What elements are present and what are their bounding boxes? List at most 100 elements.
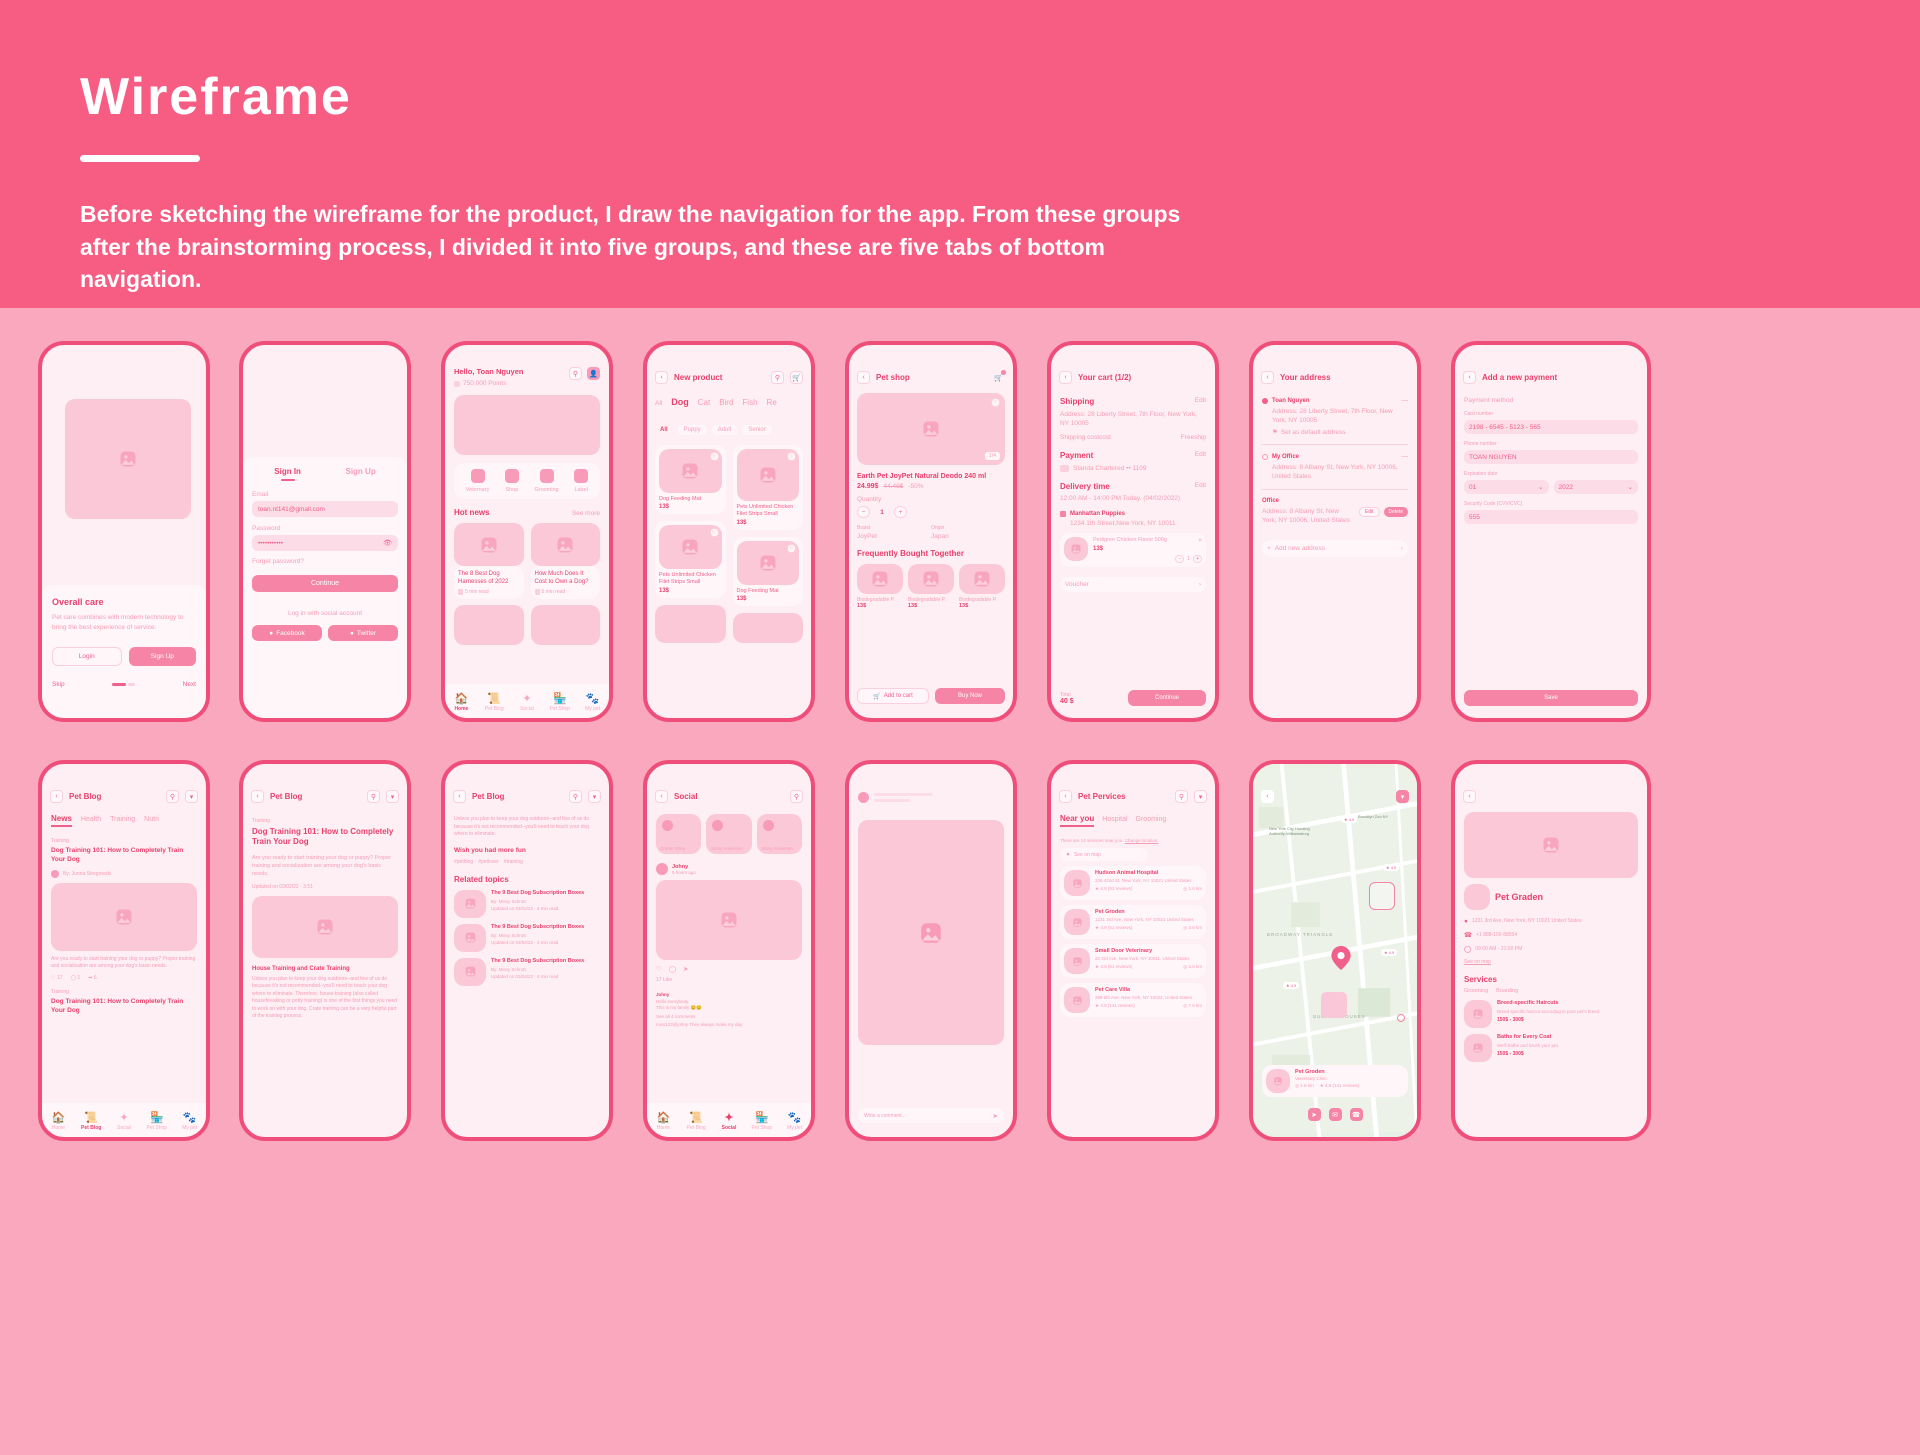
- delete-button[interactable]: Delete: [1383, 507, 1408, 518]
- filter-icon[interactable]: ▾: [386, 790, 399, 803]
- screen-social-post[interactable]: Write a comment... ➤: [845, 760, 1017, 1141]
- tab-signin[interactable]: Sign In: [274, 467, 301, 476]
- screen-place-detail[interactable]: ‹ Pet Graden ● 1231 3rd Ave, New York, N…: [1451, 760, 1651, 1141]
- related-item[interactable]: The 9 Best Dog Subscription Boxes By: Mi…: [454, 923, 600, 952]
- screen-social[interactable]: ‹ Social ⚲ Create Story Johny Anderson J…: [643, 760, 815, 1141]
- service-item[interactable]: Small Door Veterinary 22 2rd Ave, New Yo…: [1060, 944, 1206, 978]
- service-row[interactable]: Breed-specific Haircuts Breed specific h…: [1464, 1000, 1638, 1028]
- bottom-nav[interactable]: 🏠 Home 📜 Pet Blog ✦ Social 🏪 Pet Shop 🐾 My pe…: [42, 1103, 206, 1137]
- increment-button[interactable]: +: [894, 506, 907, 518]
- service-item[interactable]: Hudson Animal Hospital 236 42nd St, New …: [1060, 866, 1206, 900]
- cart-icon[interactable]: 🛒: [992, 370, 1006, 384]
- screen-cart[interactable]: ‹ Your cart (1/2) Shipping Edit Address:…: [1047, 341, 1219, 722]
- favorite-icon[interactable]: ♡: [709, 452, 719, 461]
- message-icon[interactable]: ✉: [1328, 1108, 1342, 1121]
- back-icon[interactable]: ‹: [655, 790, 668, 803]
- back-icon[interactable]: ‹: [453, 790, 466, 803]
- cvv-field[interactable]: 555: [1464, 510, 1638, 524]
- fbt-card[interactable]: Biodegradable P. 13$: [857, 564, 903, 609]
- eye-off-icon[interactable]: 👁: [383, 539, 392, 547]
- pet-tab-bird[interactable]: Bird: [719, 398, 733, 407]
- checkbox-icon[interactable]: [1060, 510, 1066, 517]
- card-number-field[interactable]: 2198 - 6545 - 5123 - 565: [1464, 420, 1638, 434]
- screen-pet-shop[interactable]: ‹ Pet shop 🛒 ♡ 1/4 Earth Pet JoyPet Natu…: [845, 341, 1017, 722]
- increment-button[interactable]: +: [1193, 554, 1202, 563]
- login-button[interactable]: Login: [52, 646, 122, 666]
- delivery-edit-link[interactable]: Edit: [1195, 482, 1206, 491]
- nav-pet-blog[interactable]: 📜 Pet Blog: [478, 693, 511, 712]
- filter-icon[interactable]: ▾: [1194, 790, 1207, 803]
- search-icon[interactable]: ⚲: [569, 790, 582, 803]
- fbt-card[interactable]: Biodegradable P. 13$: [908, 564, 954, 609]
- map-rating-pill[interactable]: ★ 4.9: [1381, 949, 1398, 956]
- screen-add-payment[interactable]: ‹ Add a new payment Payment method Card …: [1451, 341, 1651, 722]
- map-rating-pill[interactable]: ★ 4.9: [1383, 864, 1400, 871]
- buy-now-button[interactable]: Buy Now: [935, 688, 1005, 704]
- tab-news[interactable]: News: [51, 814, 72, 827]
- related-item[interactable]: The 9 Best Dog Subscription Boxes By: Mi…: [454, 957, 600, 986]
- change-location-link[interactable]: Change location.: [1125, 838, 1159, 843]
- edit-button[interactable]: Edit: [1358, 507, 1380, 518]
- screen-blog-detail[interactable]: ‹ Pet Blog ⚲ ▾ Training Dog Training 101…: [239, 760, 411, 1141]
- nav-social[interactable]: ✦ Social: [713, 1112, 746, 1131]
- related-item[interactable]: The 9 Best Dog Subscription Boxes By: Mi…: [454, 889, 600, 918]
- back-icon[interactable]: ‹: [1261, 371, 1274, 384]
- screen-blog-list[interactable]: ‹ Pet Blog ⚲ ▾ News Health Training Nutr…: [38, 760, 210, 1141]
- news-card[interactable]: How Much Does It Cost to Own a Dog? 5 mi…: [530, 523, 600, 600]
- pet-tab-reptile[interactable]: Re: [767, 398, 777, 407]
- voucher-row[interactable]: Voucher ›: [1060, 576, 1206, 592]
- map-marker[interactable]: [1321, 992, 1347, 1018]
- search-icon[interactable]: ⚲: [569, 367, 582, 380]
- favorite-icon[interactable]: ♡: [787, 544, 796, 554]
- product-card[interactable]: ♡ Dog Feeding Mat 13$: [655, 445, 726, 514]
- fbt-card[interactable]: Biodegradable P. 13$: [959, 564, 1005, 609]
- comment-icon[interactable]: ◯: [669, 965, 676, 973]
- pet-tab-fish[interactable]: Fish: [742, 398, 757, 407]
- see-more-link[interactable]: See more: [572, 510, 600, 517]
- nav-social[interactable]: ✦ Social: [108, 1112, 141, 1131]
- story-item[interactable]: Johny Anderson: [706, 814, 752, 854]
- see-all-comments-link[interactable]: See all 4 comments: [656, 1014, 802, 1019]
- map-current-pin[interactable]: [1331, 946, 1351, 970]
- tab-near-you[interactable]: Near you: [1060, 814, 1095, 827]
- screen-address[interactable]: ‹ Your address Toan Nguyen — Address: 28…: [1249, 341, 1421, 722]
- password-field[interactable]: •••••••••••: [258, 540, 283, 547]
- filter-icon[interactable]: ▾: [185, 790, 198, 803]
- product-card[interactable]: ♡ Dog Feeding Mat 13$: [732, 537, 803, 607]
- radio-icon[interactable]: [1262, 453, 1268, 460]
- nav-pet-shop[interactable]: 🏪 Pet Shop: [543, 693, 576, 712]
- email-field[interactable]: toan.nt141@gmail.com: [252, 501, 398, 517]
- search-icon[interactable]: ⚲: [367, 790, 380, 803]
- filter-icon[interactable]: ▾: [1396, 790, 1409, 803]
- search-icon[interactable]: ⚲: [771, 371, 784, 384]
- service-row[interactable]: Baths for Every Coat We'll bathe and bru…: [1464, 1034, 1638, 1062]
- continue-button[interactable]: Continue: [1128, 690, 1206, 706]
- continue-button[interactable]: Continue: [252, 575, 398, 592]
- remove-icon[interactable]: ×: [1198, 537, 1202, 544]
- article-title[interactable]: Dog Training 101: How to Completely Trai…: [51, 847, 197, 865]
- expiry-year-select[interactable]: 2022 ⌄: [1553, 480, 1638, 494]
- nav-pet-blog[interactable]: 📜 Pet Blog: [75, 1112, 108, 1131]
- address-entry[interactable]: Office Address: 8 Albany St, New York, N…: [1262, 498, 1408, 525]
- back-icon[interactable]: ‹: [1463, 371, 1476, 384]
- like-icon[interactable]: ♡: [656, 965, 662, 973]
- expiry-month-select[interactable]: 01 ⌄: [1464, 480, 1549, 494]
- cart-item[interactable]: Pedigree Chicken Flavor 500g × 13$ - 1 +: [1060, 532, 1206, 567]
- pet-tab-all[interactable]: All: [655, 400, 662, 407]
- category-grooming[interactable]: Grooming: [534, 469, 559, 493]
- screen-new-product[interactable]: ‹ New product ⚲ 🛒 All Dog Cat Bird Fish …: [643, 341, 815, 722]
- see-on-map-button[interactable]: ● See on map: [1060, 848, 1148, 861]
- next-article-title[interactable]: Dog Training 101: How to Completely Trai…: [51, 998, 197, 1016]
- category-label[interactable]: Label: [574, 469, 589, 493]
- nav-my-pet[interactable]: 🐾 My pet: [173, 1112, 206, 1131]
- news-card[interactable]: The 8 Best Dog Harnesses of 2022 5 min r…: [454, 523, 524, 600]
- avatar[interactable]: 👤: [587, 367, 600, 380]
- tab-grooming[interactable]: Grooming: [1136, 816, 1167, 823]
- service-item[interactable]: Pet Groden 1231 3rd Ave, New York, NY 10…: [1060, 905, 1206, 939]
- product-card[interactable]: ♡ Pets Unlimited Chicken Filet Strips Sm…: [732, 445, 803, 531]
- nav-home[interactable]: 🏠 Home: [42, 1112, 75, 1131]
- nav-pet-blog[interactable]: 📜 Pet Blog: [680, 1112, 713, 1131]
- bottom-nav[interactable]: 🏠 Home 📜 Pet Blog ✦ Social 🏪 Pet Shop 🐾 My pe…: [647, 1103, 811, 1137]
- age-tab-all[interactable]: All: [655, 425, 673, 435]
- category-shop[interactable]: Shop: [504, 469, 519, 493]
